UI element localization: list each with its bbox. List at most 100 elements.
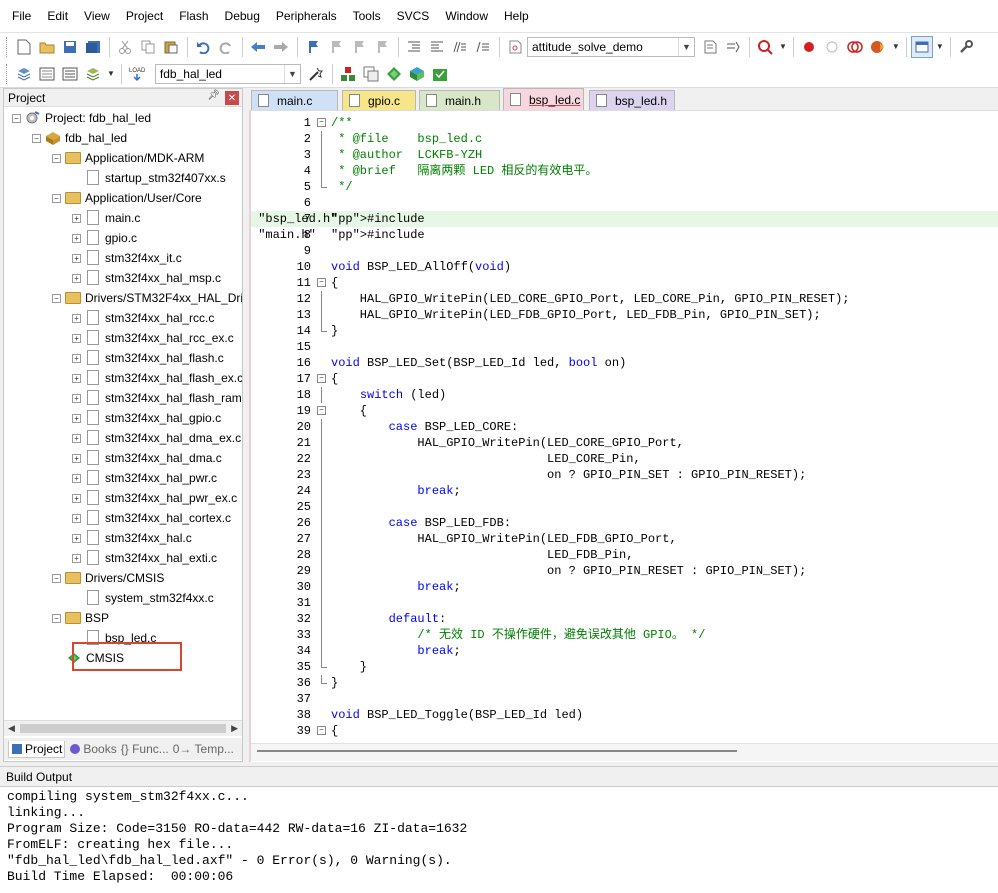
menu-help[interactable]: Help [496, 0, 537, 33]
code-line[interactable]: 36} [251, 675, 998, 691]
editor-horizontal-scrollbar[interactable] [251, 743, 998, 761]
tree-file[interactable]: + main.c [72, 208, 140, 228]
collapse-icon[interactable]: − [52, 193, 61, 203]
expand-icon[interactable]: + [72, 333, 81, 343]
scroll-left-icon[interactable]: ◀ [8, 723, 15, 734]
undo-icon[interactable] [192, 36, 214, 58]
tree-file[interactable]: + stm32f4xx_hal_flash_ex.c [72, 368, 242, 388]
tree-file[interactable]: + stm32f4xx_hal_dma.c [72, 448, 222, 468]
code-line[interactable]: 23 on ? GPIO_PIN_SET : GPIO_PIN_RESET); [251, 467, 998, 483]
tree-group[interactable]: − BSP [52, 608, 109, 628]
code-line[interactable]: 30 break; [251, 579, 998, 595]
save-all-icon[interactable] [82, 36, 104, 58]
rebuild-icon[interactable] [59, 63, 81, 85]
manage-components-icon[interactable] [337, 63, 359, 85]
collapse-icon[interactable]: − [52, 573, 61, 583]
menu-edit[interactable]: Edit [39, 0, 76, 33]
code-line[interactable]: 27 HAL_GPIO_WritePin(LED_FDB_GPIO_Port, [251, 531, 998, 547]
breakpoint-enable-icon[interactable] [821, 36, 843, 58]
code-line[interactable]: 18 switch (led) [251, 387, 998, 403]
batch-build-icon[interactable] [82, 63, 104, 85]
expand-icon[interactable]: + [72, 253, 81, 263]
tree-file[interactable]: + stm32f4xx_hal_gpio.c [72, 408, 221, 428]
tab-bsp_led-h[interactable]: bsp_led.h [589, 90, 675, 110]
tab-functions[interactable]: {} Func... [121, 742, 169, 756]
code-line[interactable]: 6 [251, 195, 998, 211]
menu-svcs[interactable]: SVCS [389, 0, 438, 33]
menu-flash[interactable]: Flash [171, 0, 216, 33]
close-icon[interactable]: ✕ [225, 91, 239, 105]
code-line[interactable]: 7 "pp">#include "bsp_led.h" [251, 211, 998, 227]
code-line[interactable]: 37 [251, 691, 998, 707]
tree-file[interactable]: + stm32f4xx_hal_flash_ramf [72, 388, 242, 408]
indent-icon[interactable] [403, 36, 425, 58]
fold-toggle-icon[interactable]: − [317, 374, 326, 383]
select-software-packs-icon[interactable] [429, 63, 451, 85]
fold-toggle-icon[interactable]: − [317, 726, 326, 735]
tab-gpio-c[interactable]: gpio.c [342, 90, 416, 110]
code-line[interactable]: 21 HAL_GPIO_WritePin(LED_CORE_GPIO_Port, [251, 435, 998, 451]
translate-icon[interactable] [13, 63, 35, 85]
code-line[interactable]: 15 [251, 339, 998, 355]
chevron-down-icon[interactable]: ▼ [936, 42, 944, 51]
code-line[interactable]: 28 LED_FDB_Pin, [251, 547, 998, 563]
code-line[interactable]: 17−{ [251, 371, 998, 387]
code-line[interactable]: 12 HAL_GPIO_WritePin(LED_CORE_GPIO_Port,… [251, 291, 998, 307]
code-line[interactable]: 16 void BSP_LED_Set(BSP_LED_Id led, bool … [251, 355, 998, 371]
find-in-files-icon[interactable] [504, 36, 526, 58]
menu-debug[interactable]: Debug [217, 0, 268, 33]
tree-file[interactable]: + stm32f4xx_hal_exti.c [72, 548, 217, 568]
bookmark-clear-icon[interactable] [371, 36, 393, 58]
build-icon[interactable] [36, 63, 58, 85]
debug-session-icon[interactable] [754, 36, 776, 58]
code-line[interactable]: 5 */ [251, 179, 998, 195]
file-extensions-icon[interactable] [360, 63, 382, 85]
menu-view[interactable]: View [76, 0, 118, 33]
save-icon[interactable] [59, 36, 81, 58]
new-file-icon[interactable] [13, 36, 35, 58]
scroll-thumb[interactable] [257, 750, 737, 752]
copy-icon[interactable] [137, 36, 159, 58]
tree-file[interactable]: + gpio.c [72, 228, 137, 248]
code-line[interactable]: 20 case BSP_LED_CORE: [251, 419, 998, 435]
breakpoint-insert-icon[interactable] [798, 36, 820, 58]
tree-file[interactable]: + stm32f4xx_hal_msp.c [72, 268, 221, 288]
code-line[interactable]: 11−{ [251, 275, 998, 291]
breakpoint-kill-all-icon[interactable] [867, 36, 889, 58]
chevron-down-icon[interactable]: ▼ [678, 37, 694, 56]
tree-file[interactable]: + stm32f4xx_it.c [72, 248, 182, 268]
cut-icon[interactable] [114, 36, 136, 58]
tree-file[interactable]: system_stm32f4xx.c [85, 588, 214, 608]
fold-toggle-icon[interactable]: − [317, 406, 326, 415]
code-line[interactable]: 31 [251, 595, 998, 611]
tree-root[interactable]: − Project: fdb_hal_led [12, 108, 151, 128]
expand-icon[interactable]: + [72, 473, 81, 483]
scroll-thumb[interactable] [20, 724, 226, 733]
chevron-down-icon[interactable]: ▼ [283, 64, 300, 83]
scroll-right-icon[interactable]: ▶ [231, 723, 238, 734]
code-line[interactable]: 19− { [251, 403, 998, 419]
expand-icon[interactable]: + [72, 213, 81, 223]
pack-installer-icon[interactable] [406, 63, 428, 85]
bookmark-prev-icon[interactable] [325, 36, 347, 58]
code-line[interactable]: 9 [251, 243, 998, 259]
code-line[interactable]: 1−/** [251, 115, 998, 131]
tree-group[interactable]: − Application/User/Core [52, 188, 202, 208]
find-combo[interactable]: attitude_solve_demo ▼ [527, 36, 695, 57]
menu-window[interactable]: Window [437, 0, 496, 33]
expand-icon[interactable]: + [72, 493, 81, 503]
tab-main-c[interactable]: main.c [251, 90, 338, 110]
menu-project[interactable]: Project [118, 0, 171, 33]
breakpoint-disable-all-icon[interactable] [844, 36, 866, 58]
collapse-icon[interactable]: − [52, 293, 61, 303]
collapse-icon[interactable]: − [32, 133, 41, 143]
toolbar-grip[interactable] [6, 63, 9, 84]
fold-toggle-icon[interactable]: − [317, 278, 326, 287]
bookmark-icon[interactable] [302, 36, 324, 58]
find-file-icon[interactable] [699, 36, 721, 58]
tree-file[interactable]: + stm32f4xx_hal_rcc.c [72, 308, 214, 328]
code-line[interactable]: 39−{ [251, 723, 998, 739]
tree-target[interactable]: − fdb_hal_led [32, 128, 127, 148]
code-editor[interactable]: 1−/** 2 * @file bsp_led.c 3 * @author LCKF… [249, 110, 998, 762]
redo-icon[interactable] [215, 36, 237, 58]
